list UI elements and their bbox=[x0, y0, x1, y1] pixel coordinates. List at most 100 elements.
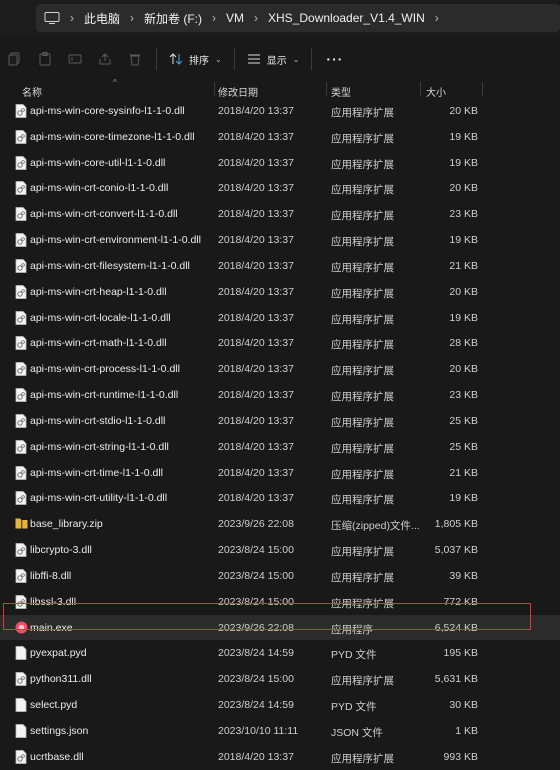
file-type: 应用程序扩展 bbox=[331, 391, 394, 404]
file-modified-date: 2018/4/20 13:37 bbox=[218, 492, 294, 505]
file-row[interactable]: api-ms-win-core-sysinfo-l1-1-0.dll 2018/4… bbox=[0, 98, 560, 124]
column-divider[interactable] bbox=[326, 82, 327, 96]
file-type: 应用程序扩展 bbox=[331, 365, 394, 378]
file-type: 应用程序扩展 bbox=[331, 132, 394, 145]
dll-file-icon bbox=[15, 104, 27, 118]
file-row[interactable]: base_library.zip 2023/9/26 22:08 压缩(zipped… bbox=[0, 511, 560, 537]
file-modified-date: 2023/8/24 14:59 bbox=[218, 699, 294, 712]
dll-file-icon bbox=[15, 207, 27, 222]
computer-icon[interactable] bbox=[44, 12, 60, 24]
file-type: 应用程序扩展 bbox=[331, 752, 394, 765]
file-type: 应用程序扩展 bbox=[331, 468, 394, 481]
file-row[interactable]: api-ms-win-crt-environment-l1-1-0.dll 201… bbox=[0, 227, 560, 253]
file-type: 应用程序扩展 bbox=[331, 184, 394, 197]
column-divider[interactable] bbox=[482, 82, 483, 96]
file-modified-date: 2023/9/26 22:08 bbox=[218, 621, 294, 634]
dll-file-icon bbox=[15, 181, 27, 196]
column-size[interactable]: 大小 bbox=[426, 84, 446, 99]
file-row[interactable]: pyexpat.pyd 2023/8/24 14:59 PYD 文件 195 KB bbox=[0, 640, 560, 666]
file-name: base_library.zip bbox=[30, 518, 103, 531]
file-name: select.pyd bbox=[30, 699, 78, 712]
dll-file-icon bbox=[15, 155, 27, 170]
file-list: api-ms-win-core-sysinfo-l1-1-0.dll 2018/4… bbox=[0, 98, 560, 770]
file-name: api-ms-win-core-util-l1-1-0.dll bbox=[30, 156, 166, 169]
file-name: pyexpat.pyd bbox=[30, 647, 87, 660]
column-divider[interactable] bbox=[214, 82, 215, 96]
dll-file-icon bbox=[15, 310, 27, 325]
app-icon bbox=[15, 621, 28, 635]
share-icon[interactable] bbox=[90, 44, 120, 74]
file-row[interactable]: api-ms-win-crt-heap-l1-1-0.dll 2018/4/20 … bbox=[0, 279, 560, 305]
file-row[interactable]: libffi-8.dll 2023/8/24 15:00 应用程序扩展 39 KB bbox=[0, 563, 560, 589]
column-date[interactable]: 修改日期 bbox=[218, 84, 258, 99]
dll-file-icon bbox=[15, 543, 27, 557]
file-row[interactable]: api-ms-win-core-util-l1-1-0.dll 2018/4/20… bbox=[0, 150, 560, 176]
breadcrumb-vm[interactable]: VM bbox=[226, 11, 244, 25]
file-type: 压缩(zipped)文件... bbox=[331, 520, 420, 533]
view-button[interactable]: 显示 ⌄ bbox=[241, 45, 306, 73]
chevron-right-icon: › bbox=[130, 11, 135, 25]
file-name: api-ms-win-crt-locale-l1-1-0.dll bbox=[30, 311, 171, 324]
sort-button[interactable]: 排序 ⌄ bbox=[163, 45, 228, 73]
column-header: ^ 名称 修改日期 类型 大小 bbox=[0, 78, 560, 99]
file-row[interactable]: select.pyd 2023/8/24 14:59 PYD 文件 30 KB bbox=[0, 692, 560, 718]
file-name: libssl-3.dll bbox=[30, 595, 77, 608]
file-row[interactable]: api-ms-win-crt-locale-l1-1-0.dll 2018/4/2… bbox=[0, 305, 560, 331]
file-row[interactable]: api-ms-win-crt-stdio-l1-1-0.dll 2018/4/20… bbox=[0, 408, 560, 434]
dll-file-icon bbox=[15, 594, 27, 609]
file-type: 应用程序扩展 bbox=[331, 287, 394, 300]
file-row[interactable]: main.exe 2023/9/26 22:08 应用程序 6,524 KB bbox=[0, 614, 560, 641]
toolbar-divider bbox=[233, 48, 235, 70]
dll-file-icon bbox=[15, 388, 27, 403]
breadcrumb-this-pc[interactable]: 此电脑 bbox=[84, 10, 120, 27]
address-field[interactable]: › 此电脑 › 新加卷 (F:) › VM › XHS_Downloader_V… bbox=[36, 4, 560, 32]
file-modified-date: 2018/4/20 13:37 bbox=[218, 440, 294, 453]
file-row[interactable]: python311.dll 2023/8/24 15:00 应用程序扩展 5,631 … bbox=[0, 666, 560, 692]
file-row[interactable]: api-ms-win-crt-runtime-l1-1-0.dll 2018/4/… bbox=[0, 382, 560, 408]
delete-icon[interactable] bbox=[120, 44, 150, 74]
file-modified-date: 2023/10/10 11:11 bbox=[218, 724, 299, 737]
file-row[interactable]: api-ms-win-crt-string-l1-1-0.dll 2018/4/2… bbox=[0, 434, 560, 460]
file-row[interactable]: api-ms-win-crt-process-l1-1-0.dll 2018/4/… bbox=[0, 356, 560, 382]
column-type[interactable]: 类型 bbox=[331, 84, 351, 99]
file-row[interactable]: api-ms-win-crt-math-l1-1-0.dll 2018/4/20 … bbox=[0, 330, 560, 356]
breadcrumb-current-folder[interactable]: XHS_Downloader_V1.4_WIN bbox=[268, 11, 425, 25]
file-modified-date: 2018/4/20 13:37 bbox=[218, 105, 294, 117]
chevron-right-icon[interactable]: › bbox=[435, 11, 439, 25]
file-modified-date: 2018/4/20 13:37 bbox=[218, 414, 294, 427]
file-name: api-ms-win-crt-process-l1-1-0.dll bbox=[30, 363, 180, 376]
chevron-right-icon: › bbox=[254, 11, 259, 25]
file-row[interactable]: ucrtbase.dll 2018/4/20 13:37 应用程序扩展 993 KB bbox=[0, 744, 560, 770]
file-row[interactable]: api-ms-win-core-timezone-l1-1-0.dll 2018/… bbox=[0, 124, 560, 150]
column-name[interactable]: 名称 bbox=[22, 84, 42, 99]
file-row[interactable]: api-ms-win-crt-filesystem-l1-1-0.dll 2018… bbox=[0, 253, 560, 279]
file-modified-date: 2018/4/20 13:37 bbox=[218, 363, 294, 376]
breadcrumb-drive[interactable]: 新加卷 (F:) bbox=[144, 10, 202, 27]
more-options-button[interactable]: ··· bbox=[318, 51, 351, 67]
file-type: 应用程序扩展 bbox=[331, 494, 394, 507]
file-row[interactable]: settings.json 2023/10/10 11:11 JSON 文件 1 KB bbox=[0, 718, 560, 744]
file-modified-date: 2018/4/20 13:37 bbox=[218, 208, 294, 221]
file-row[interactable]: libssl-3.dll 2023/8/24 15:00 应用程序扩展 772 KB bbox=[0, 589, 560, 615]
file-size: 6,524 KB bbox=[434, 621, 478, 634]
file-size: 772 KB bbox=[443, 595, 478, 608]
file-row[interactable]: api-ms-win-crt-convert-l1-1-0.dll 2018/4/… bbox=[0, 201, 560, 227]
file-size: 5,631 KB bbox=[434, 673, 478, 686]
toolbar-divider bbox=[156, 48, 157, 70]
copy-icon[interactable] bbox=[0, 44, 30, 74]
file-modified-date: 2023/8/24 15:00 bbox=[218, 544, 294, 557]
dll-file-icon bbox=[15, 414, 27, 428]
file-size: 21 KB bbox=[449, 259, 478, 272]
file-modified-date: 2023/8/24 15:00 bbox=[218, 569, 294, 582]
paste-icon[interactable] bbox=[30, 44, 60, 74]
dll-file-icon bbox=[15, 284, 27, 299]
file-name: api-ms-win-crt-filesystem-l1-1-0.dll bbox=[30, 259, 190, 272]
column-divider[interactable] bbox=[420, 82, 421, 96]
file-row[interactable]: api-ms-win-crt-utility-l1-1-0.dll 2018/4/… bbox=[0, 485, 560, 511]
file-row[interactable]: api-ms-win-crt-time-l1-1-0.dll 2018/4/20 … bbox=[0, 460, 560, 486]
rename-icon[interactable] bbox=[60, 44, 90, 74]
file-modified-date: 2018/4/20 13:37 bbox=[218, 156, 294, 169]
file-name: api-ms-win-crt-heap-l1-1-0.dll bbox=[30, 285, 167, 298]
file-row[interactable]: api-ms-win-crt-conio-l1-1-0.dll 2018/4/20… bbox=[0, 175, 560, 201]
file-row[interactable]: libcrypto-3.dll 2023/8/24 15:00 应用程序扩展 5,03… bbox=[0, 537, 560, 563]
